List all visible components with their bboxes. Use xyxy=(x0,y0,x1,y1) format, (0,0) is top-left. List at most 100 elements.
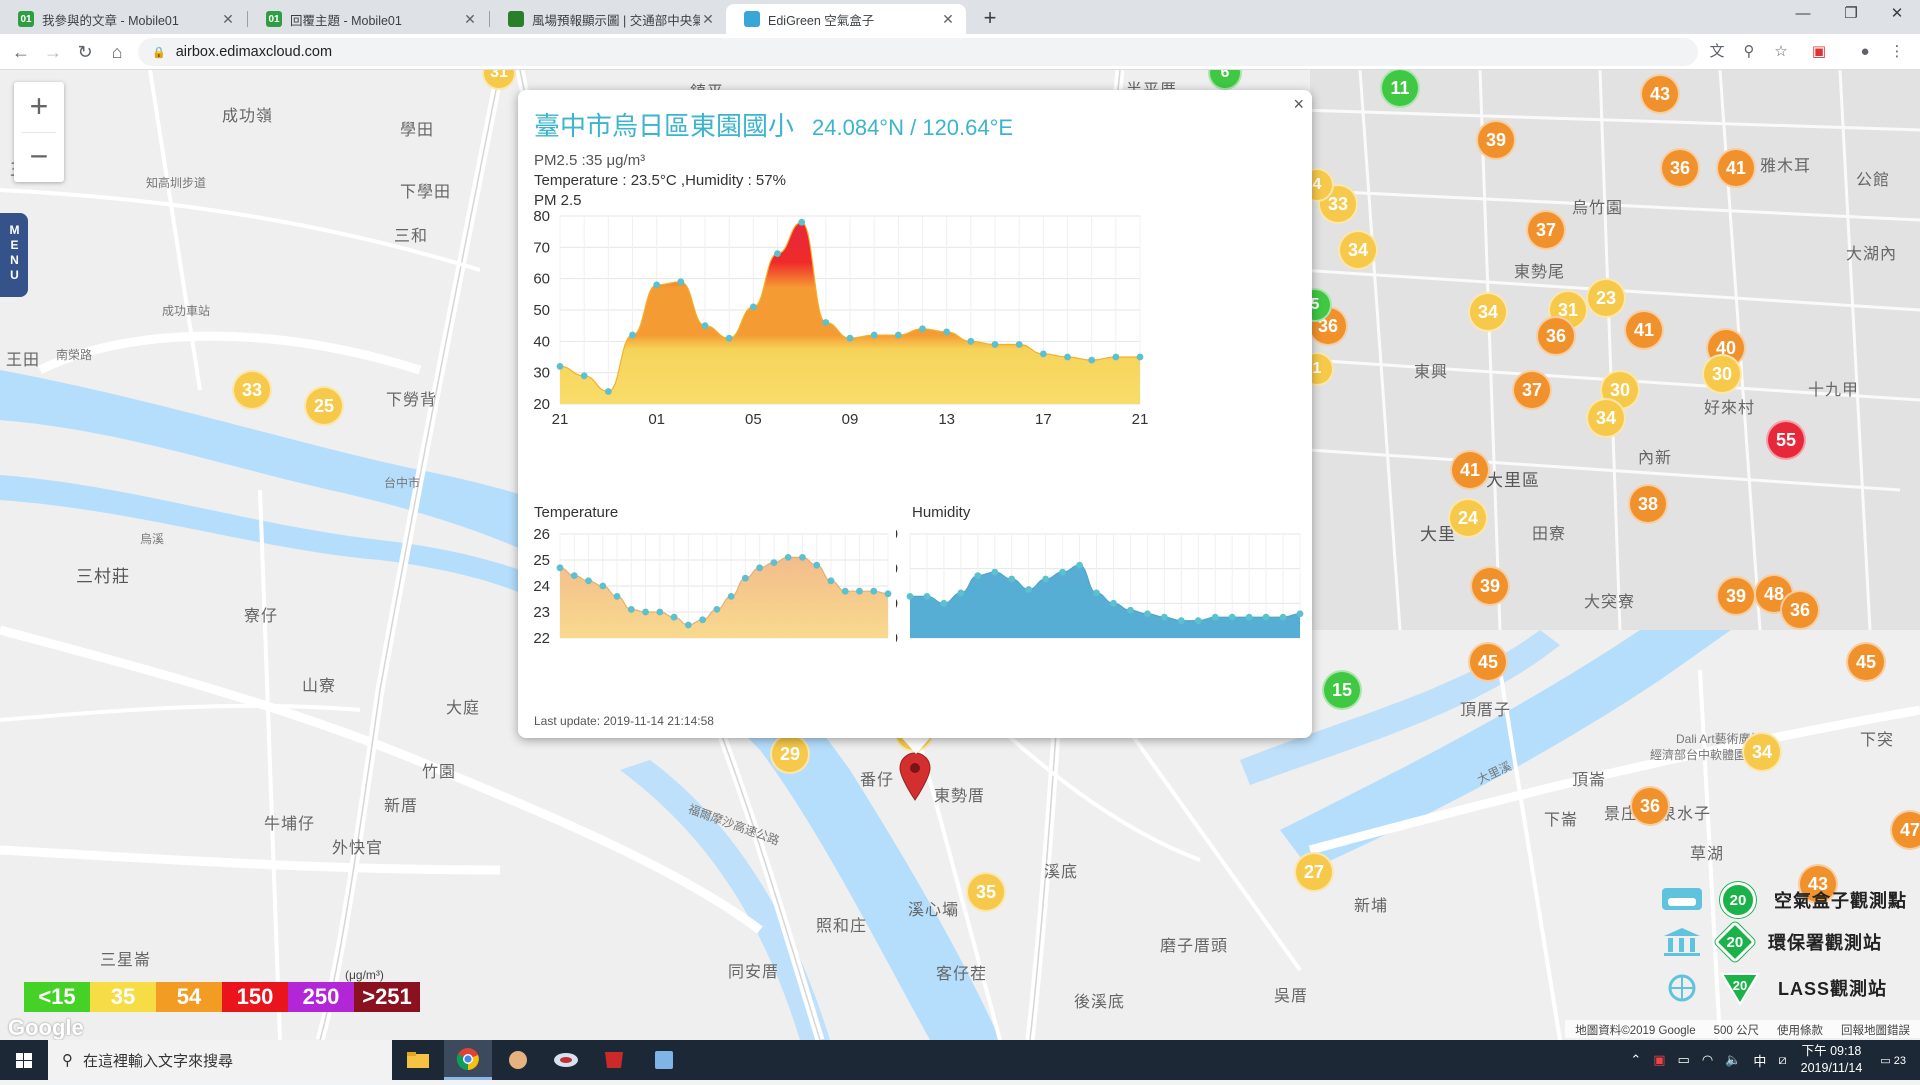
app-icon[interactable] xyxy=(590,1040,638,1080)
notification-icon[interactable]: ▭ 23 xyxy=(1880,1054,1906,1067)
data-point xyxy=(629,331,636,339)
volume-icon[interactable]: 🔈 xyxy=(1725,1052,1741,1068)
terms-link[interactable]: 使用條款 xyxy=(1777,1022,1823,1037)
taskbar-search[interactable]: ⚲ 在這裡輸入文字來搜尋 xyxy=(48,1040,392,1080)
data-point xyxy=(1042,575,1050,583)
data-point xyxy=(741,574,749,582)
extension-icon[interactable]: ▣ xyxy=(1808,42,1830,62)
aq-marker[interactable]: 36 xyxy=(1630,786,1670,826)
place-label: 溪底 xyxy=(1044,864,1079,881)
menu-tab-button[interactable]: MENU xyxy=(0,213,28,297)
browser-tab[interactable]: 風場預報顯示圖 | 交通部中央氣象局 ✕ xyxy=(490,4,726,34)
aq-marker[interactable]: 41 xyxy=(1450,450,1490,490)
aq-marker[interactable]: 39 xyxy=(1470,566,1510,606)
translate-icon[interactable]: 文 xyxy=(1706,42,1728,62)
aq-marker[interactable]: 43 xyxy=(1640,74,1680,114)
battery-icon[interactable]: ▭ xyxy=(1678,1052,1690,1068)
aq-marker[interactable]: 36 xyxy=(1536,316,1576,356)
google-logo: Google xyxy=(8,1015,84,1040)
address-bar[interactable]: 🔒 airbox.edimaxcloud.com xyxy=(138,38,1698,66)
close-window-button[interactable]: ✕ xyxy=(1874,0,1920,30)
place-label: 牛埔仔 xyxy=(264,816,316,833)
aq-marker[interactable]: 33 xyxy=(232,370,272,410)
chrome-icon[interactable] xyxy=(444,1040,492,1080)
aq-marker[interactable]: 36 xyxy=(1660,148,1700,188)
wifi-icon[interactable]: ◠ xyxy=(1702,1052,1713,1068)
reload-icon[interactable]: ↻ xyxy=(72,39,98,65)
bookmark-star-icon[interactable]: ☆ xyxy=(1770,42,1792,62)
app-icon[interactable] xyxy=(640,1040,688,1080)
app-icon[interactable] xyxy=(542,1040,590,1080)
zoom-divider xyxy=(22,132,56,133)
aq-marker[interactable]: 34 xyxy=(1586,398,1626,438)
key-epa[interactable]: 20 環保署觀測站 xyxy=(1660,920,1882,964)
zoom-out-button[interactable]: − xyxy=(14,132,64,182)
series-area xyxy=(910,565,1300,638)
more-menu-icon[interactable]: ⋮ xyxy=(1886,42,1908,62)
start-button[interactable] xyxy=(0,1040,48,1080)
new-tab-button[interactable]: + xyxy=(976,5,1004,33)
aq-marker[interactable]: 37 xyxy=(1526,210,1566,250)
map-canvas[interactable]: 成功嶺 學田 王田 知高圳步道 下學田 三和 成功車站 王田 南榮路 下勞背 台… xyxy=(0,70,1920,1040)
browser-tab[interactable]: 01 回覆主題 - Mobile01 ✕ xyxy=(248,4,488,34)
forward-arrow-icon[interactable]: → xyxy=(40,39,66,65)
ime-indicator[interactable]: 中 xyxy=(1753,1051,1766,1070)
key-airbox[interactable]: 20 空氣盒子觀測點 xyxy=(1660,882,1907,918)
home-icon[interactable]: ⌂ xyxy=(104,39,130,65)
aq-marker[interactable]: 41 xyxy=(1716,148,1756,188)
report-error-link[interactable]: 回報地圖錯誤 xyxy=(1841,1022,1910,1037)
location-pin-icon[interactable] xyxy=(898,752,932,802)
file-explorer-icon[interactable] xyxy=(394,1040,442,1080)
station-info-popup: × 臺中市烏日區東園國小 24.084°N / 120.64°E PM2.5 :3… xyxy=(518,90,1312,738)
place-label: 大湖內 xyxy=(1846,246,1898,263)
aq-marker[interactable]: 34 xyxy=(1338,230,1378,270)
data-point xyxy=(749,303,757,311)
close-tab-icon[interactable]: ✕ xyxy=(940,11,956,28)
aq-marker[interactable]: 41 xyxy=(1624,310,1664,350)
aq-marker[interactable]: 23 xyxy=(1586,278,1626,318)
popup-close-button[interactable]: × xyxy=(1293,94,1304,115)
place-label: 三村莊 xyxy=(76,567,130,586)
aq-marker[interactable]: 37 xyxy=(1512,370,1552,410)
aq-marker[interactable]: 39 xyxy=(1716,576,1756,616)
back-arrow-icon[interactable]: ← xyxy=(8,39,34,65)
close-tab-icon[interactable]: ✕ xyxy=(700,11,716,28)
zoom-in-button[interactable]: + xyxy=(14,82,64,132)
browser-tab[interactable]: 01 我參與的文章 - Mobile01 ✕ xyxy=(0,4,246,34)
data-point xyxy=(713,606,721,613)
data-point xyxy=(701,322,709,330)
aq-marker[interactable]: 15 xyxy=(1322,670,1362,710)
browser-tab-active[interactable]: EdiGreen 空氣盒子 ✕ xyxy=(726,4,966,34)
close-tab-icon[interactable]: ✕ xyxy=(462,11,478,28)
app-icon[interactable] xyxy=(494,1040,542,1080)
tray-app-icon[interactable]: ▣ xyxy=(1653,1052,1665,1068)
aq-marker[interactable]: 29 xyxy=(770,734,810,774)
aq-marker[interactable]: 36 xyxy=(1780,590,1820,630)
input-mode-icon[interactable]: ⧄ xyxy=(1778,1052,1786,1068)
clock[interactable]: 下午 09:18 2019/11/14 xyxy=(1801,1043,1863,1077)
aq-marker[interactable]: 45 xyxy=(1468,642,1508,682)
zoom-icon[interactable]: ⚲ xyxy=(1738,42,1760,62)
aq-marker[interactable]: 34 xyxy=(1468,292,1508,332)
chevron-up-icon[interactable]: ⌃ xyxy=(1630,1052,1641,1068)
aq-marker[interactable]: 30 xyxy=(1702,354,1742,394)
aq-marker[interactable]: 39 xyxy=(1476,120,1516,160)
key-badge: 20 xyxy=(1713,920,1757,964)
profile-icon[interactable]: ● xyxy=(1854,42,1876,62)
place-label: 學田 xyxy=(400,122,435,139)
aq-marker[interactable]: 55 xyxy=(1766,420,1806,460)
aq-marker[interactable]: 35 xyxy=(966,872,1006,912)
map-footer: 地圖資料©2019 Google 500 公尺 使用條款 回報地圖錯誤 xyxy=(1565,1020,1920,1038)
aq-marker[interactable]: 34 xyxy=(1742,732,1782,772)
aq-marker[interactable]: 45 xyxy=(1846,642,1886,682)
aq-marker[interactable]: 27 xyxy=(1294,852,1334,892)
restore-button[interactable]: ❐ xyxy=(1828,0,1874,30)
legend-item: >251 xyxy=(354,982,420,1012)
minimize-button[interactable]: — xyxy=(1780,0,1826,30)
aq-marker[interactable]: 38 xyxy=(1628,484,1668,524)
aq-marker[interactable]: 25 xyxy=(304,386,344,426)
close-tab-icon[interactable]: ✕ xyxy=(220,11,236,28)
data-point xyxy=(798,218,806,226)
key-lass[interactable]: 20 LASS觀測站 xyxy=(1660,970,1887,1006)
aq-marker[interactable]: 24 xyxy=(1448,498,1488,538)
